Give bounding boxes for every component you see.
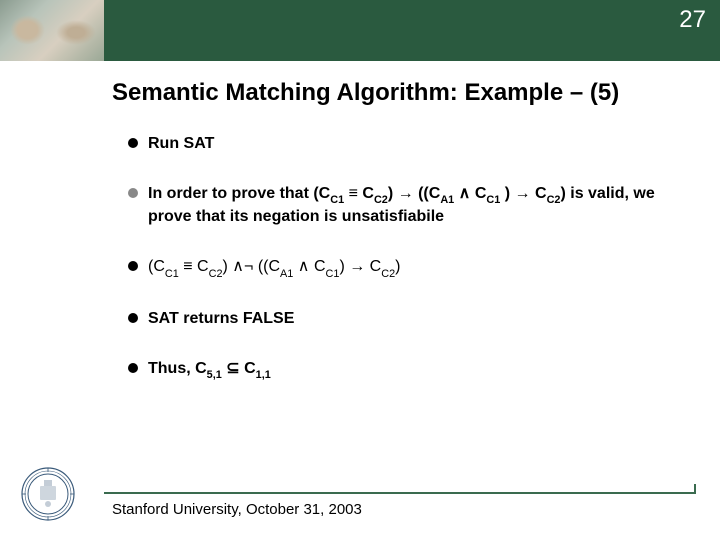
bullet-text: In order to prove that (CC1 ≡ CC2) → ((C… bbox=[148, 183, 690, 228]
footer-divider-tick bbox=[694, 484, 696, 494]
header: 27 bbox=[0, 0, 720, 61]
decorative-image bbox=[0, 0, 104, 61]
bullet-icon bbox=[128, 313, 138, 323]
content: Run SAT In order to prove that (CC1 ≡ CC… bbox=[0, 115, 720, 381]
footer-text: Stanford University, October 31, 2003 bbox=[112, 501, 362, 518]
bullet-text: Run SAT bbox=[148, 133, 690, 155]
bullet-icon bbox=[128, 363, 138, 373]
bullet-text: SAT returns FALSE bbox=[148, 308, 690, 330]
list-item: SAT returns FALSE bbox=[128, 308, 690, 330]
list-item: (CC1 ≡ CC2) ∧¬ ((CA1 ∧ CC1) → CC2) bbox=[128, 256, 690, 280]
page-title: Semantic Matching Algorithm: Example – (… bbox=[112, 79, 700, 107]
list-item: In order to prove that (CC1 ≡ CC2) → ((C… bbox=[128, 183, 690, 228]
title-area: Semantic Matching Algorithm: Example – (… bbox=[0, 61, 720, 115]
bullet-text: Thus, C5,1 ⊆ C1,1 bbox=[148, 358, 690, 382]
header-bar: 27 bbox=[104, 0, 720, 61]
bullet-icon bbox=[128, 261, 138, 271]
list-item: Run SAT bbox=[128, 133, 690, 155]
bullet-icon bbox=[128, 138, 138, 148]
page-number: 27 bbox=[679, 6, 706, 34]
footer-divider bbox=[104, 492, 696, 494]
bullet-icon bbox=[128, 188, 138, 198]
university-logo bbox=[20, 466, 76, 522]
bullet-text: (CC1 ≡ CC2) ∧¬ ((CA1 ∧ CC1) → CC2) bbox=[148, 256, 690, 280]
list-item: Thus, C5,1 ⊆ C1,1 bbox=[128, 358, 690, 382]
